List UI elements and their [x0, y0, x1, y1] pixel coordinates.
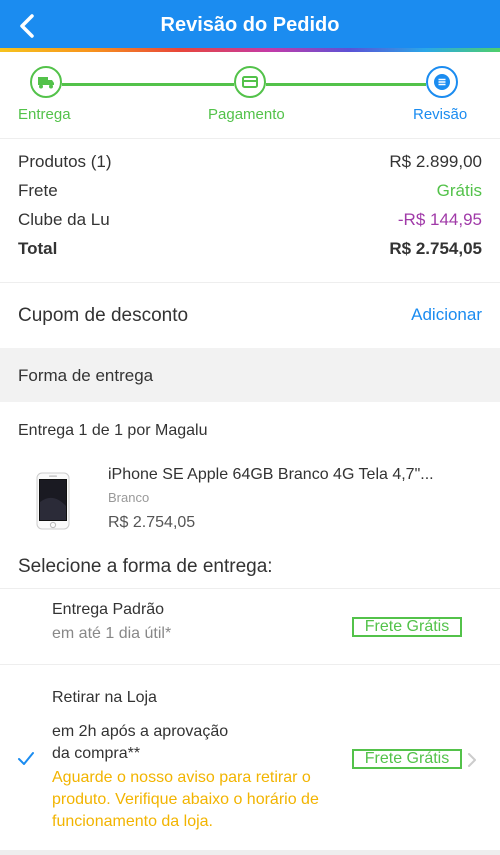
delivery-option-standard[interactable]: Entrega Padrão em até 1 dia útil* Frete … [0, 588, 500, 665]
checkout-stepper: Entrega Pagamento Revisão [0, 56, 500, 139]
free-shipping-badge: Frete Grátis [352, 617, 462, 637]
pickup-note: Aguarde o nosso aviso para retirar o pro… [52, 769, 319, 830]
bottom-divider [0, 850, 500, 855]
top-bar: Revisão do Pedido [0, 0, 500, 52]
list-icon [434, 74, 450, 90]
produtos-value: R$ 2.899,00 [389, 152, 482, 171]
rainbow-strip [0, 48, 500, 52]
coupon-row[interactable]: Cupom de desconto Adicionar [0, 282, 500, 347]
check-icon [18, 752, 34, 765]
clube-label: Clube da Lu [18, 210, 110, 229]
option-subtitle-line1: em 2h após a aprovação [52, 723, 229, 740]
step-pagamento[interactable] [234, 66, 266, 98]
product-price: R$ 2.754,05 [108, 514, 196, 531]
page-title: Revisão do Pedido [160, 14, 340, 36]
step-connector [62, 83, 234, 86]
option-subtitle-line2: da compra** [52, 745, 141, 762]
add-coupon-link[interactable]: Adicionar [411, 305, 482, 325]
step-label-entrega: Entrega [18, 106, 71, 123]
delivery-count: Entrega 1 de 1 [18, 422, 123, 439]
total-value: R$ 2.754,05 [389, 239, 482, 258]
summary-row-frete: Frete Grátis [18, 181, 482, 210]
step-label-revisao: Revisão [413, 106, 468, 123]
product-image [36, 472, 70, 530]
produtos-label: Produtos (1) [18, 152, 112, 171]
total-label: Total [18, 239, 58, 258]
summary-row-clube: Clube da Lu -R$ 144,95 [18, 210, 482, 239]
delivery-section-title: Forma de entrega [18, 366, 154, 385]
clube-value: -R$ 144,95 [397, 210, 482, 229]
card-icon [242, 76, 258, 88]
truck-icon [38, 77, 54, 89]
step-revisao[interactable] [426, 66, 458, 98]
delivery-section-header: Forma de entrega [0, 348, 500, 402]
product-name: iPhone SE Apple 64GB Branco 4G Tela 4,7"… [108, 466, 434, 483]
product-item: iPhone SE Apple 64GB Branco 4G Tela 4,7"… [0, 462, 500, 540]
delivery-by: por Magalu [127, 422, 208, 439]
chevron-right-icon[interactable] [466, 751, 478, 769]
option-title: Retirar na Loja [52, 689, 157, 706]
option-subtitle: em até 1 dia útil* [52, 625, 172, 642]
frete-label: Frete [18, 181, 58, 200]
step-label-pagamento: Pagamento [208, 106, 285, 123]
step-entrega[interactable] [30, 66, 62, 98]
free-shipping-badge: Frete Grátis [352, 749, 462, 769]
coupon-label: Cupom de desconto [18, 305, 189, 326]
order-summary: Produtos (1) R$ 2.899,00 Frete Grátis Cl… [18, 152, 482, 268]
step-connector [266, 83, 426, 86]
delivery-option-store-pickup[interactable]: Retirar na Loja em 2h após a aprovação d… [0, 664, 500, 851]
delivery-group-header: Entrega 1 de 1 por Magalu [18, 422, 207, 440]
summary-row-produtos: Produtos (1) R$ 2.899,00 [18, 152, 482, 181]
frete-value: Grátis [436, 181, 482, 200]
option-title: Entrega Padrão [52, 601, 165, 618]
select-delivery-title: Selecione a forma de entrega: [18, 556, 273, 577]
summary-row-total: Total R$ 2.754,05 [18, 239, 482, 268]
product-color: Branco [108, 490, 150, 505]
